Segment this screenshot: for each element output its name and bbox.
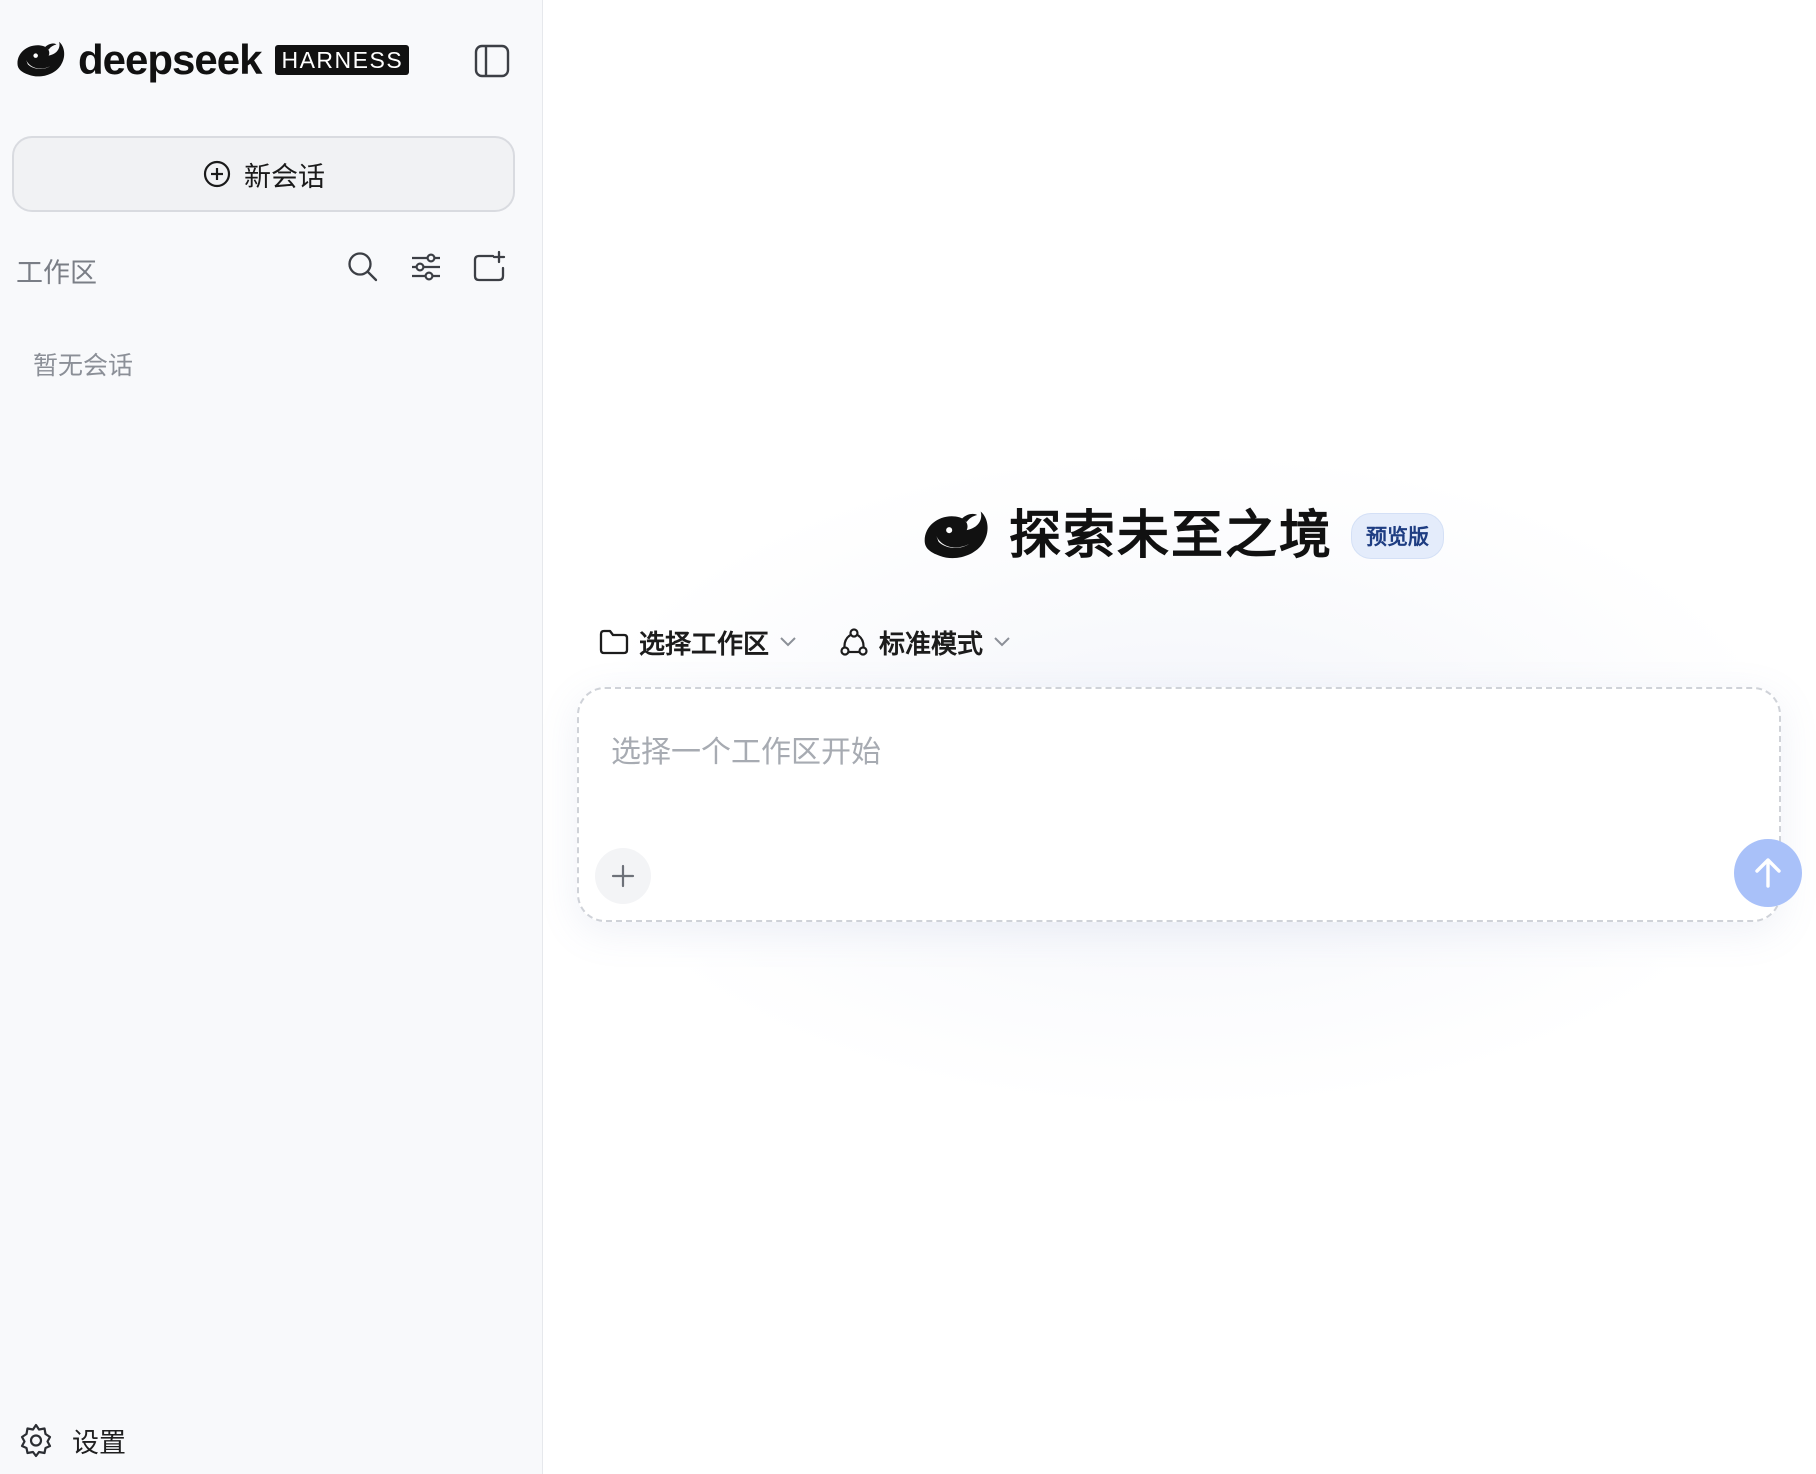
send-button[interactable] <box>1734 839 1802 907</box>
arrow-up-icon <box>1755 858 1781 888</box>
plus-circle-icon <box>203 160 231 188</box>
plus-icon <box>611 864 635 888</box>
logo-text: deepseek <box>78 36 262 83</box>
whale-logo-icon <box>17 41 65 77</box>
workspace-title: 工作区 <box>16 258 97 289</box>
mode-selector-label: 标准模式 <box>879 629 984 660</box>
new-chat-label: 新会话 <box>244 161 325 193</box>
settings-label: 设置 <box>72 1427 126 1459</box>
search-icon[interactable] <box>346 250 380 284</box>
app-window: deepseek HARNESS 新会话 工作区 暂无会话 设置 探索未至之境 … <box>0 0 1816 1474</box>
workspace-selector-label: 选择工作区 <box>639 629 770 660</box>
empty-sessions-text: 暂无会话 <box>33 351 134 380</box>
selector-bar: 选择工作区 标准模式 <box>599 622 1011 662</box>
mode-selector[interactable]: 标准模式 <box>839 624 1011 661</box>
hero-title: 探索未至之境 <box>1009 506 1334 566</box>
workspace-header: 工作区 <box>16 248 516 289</box>
sliders-icon[interactable] <box>409 250 443 284</box>
new-chat-button[interactable]: 新会话 <box>12 136 515 212</box>
settings-button[interactable]: 设置 <box>18 1420 126 1460</box>
message-input-box[interactable]: 选择一个工作区开始 <box>577 687 1802 922</box>
folder-plus-icon[interactable] <box>472 250 506 284</box>
whale-logo-icon <box>924 511 988 559</box>
chevron-down-icon <box>994 637 1010 647</box>
nodes-icon <box>840 628 868 656</box>
chevron-down-icon <box>780 637 796 647</box>
hero-heading: 探索未至之境 预览版 <box>919 500 1445 572</box>
gear-icon <box>20 1423 52 1458</box>
main-panel: 探索未至之境 预览版 选择工作区 标准模式 选择一个工作区开始 <box>543 0 1816 1474</box>
logo-badge: HARNESS <box>275 45 410 75</box>
message-input[interactable]: 选择一个工作区开始 <box>611 727 881 771</box>
folder-icon <box>599 629 629 655</box>
attach-button[interactable] <box>595 848 651 904</box>
preview-badge: 预览版 <box>1351 513 1445 559</box>
sidebar: deepseek HARNESS 新会话 工作区 暂无会话 设置 <box>0 0 543 1474</box>
sidebar-toggle-icon[interactable] <box>474 44 510 78</box>
brand-logo: deepseek HARNESS <box>14 36 410 83</box>
workspace-selector[interactable]: 选择工作区 <box>599 624 797 661</box>
